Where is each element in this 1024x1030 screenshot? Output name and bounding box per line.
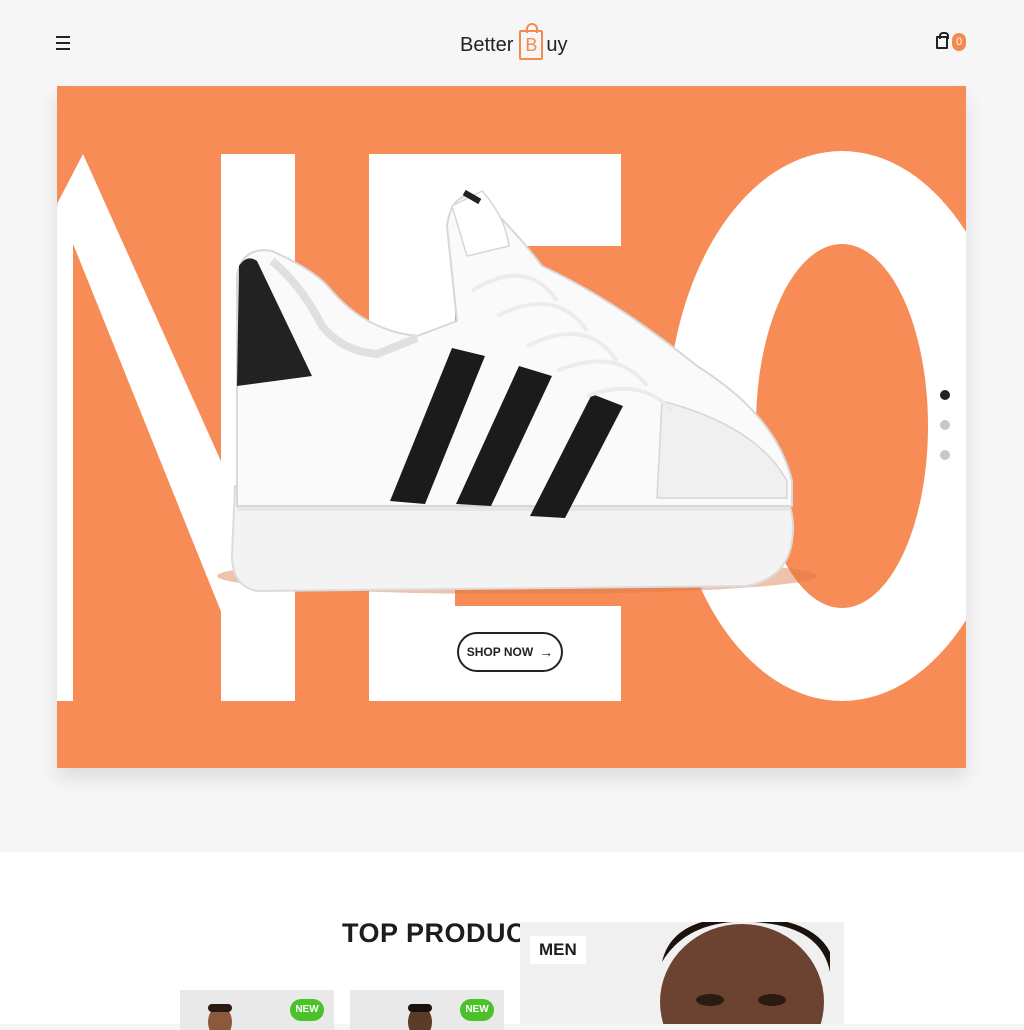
men-category-banner[interactable]: MEN: [520, 922, 844, 1024]
slider-dot-1[interactable]: [940, 390, 950, 400]
slider-pagination: [940, 390, 950, 480]
shop-now-button[interactable]: SHOP NOW →: [457, 632, 563, 672]
hamburger-menu-icon[interactable]: [56, 36, 70, 52]
product-card[interactable]: NEW: [350, 990, 504, 1030]
logo-bag-icon: B: [519, 23, 544, 60]
arrow-right-icon: →: [539, 644, 554, 660]
site-logo[interactable]: Better B uy: [460, 20, 567, 70]
logo-text-after: uy: [546, 33, 568, 56]
logo-letter: B: [525, 34, 538, 55]
top-products-section: TOP PRODUCTS NEW NEW MEN: [0, 852, 1024, 1030]
hero-banner: SHOP NOW →: [57, 86, 966, 768]
product-card[interactable]: NEW: [180, 990, 334, 1030]
shopping-bag-icon: [936, 32, 949, 49]
category-label: MEN: [530, 936, 586, 964]
cart-count-badge: 0: [952, 33, 966, 51]
model-photo: [652, 922, 834, 1024]
slider-dot-2[interactable]: [940, 420, 950, 430]
logo-text-before: Better: [460, 33, 514, 56]
new-badge: NEW: [460, 999, 494, 1021]
product-photo: [202, 1000, 238, 1030]
product-photo: [402, 1000, 438, 1030]
cart-button[interactable]: 0: [934, 32, 970, 54]
slider-dot-3[interactable]: [940, 450, 950, 460]
shop-now-label: SHOP NOW: [466, 645, 534, 659]
site-header: Better B uy 0: [0, 0, 1024, 86]
new-badge: NEW: [290, 999, 324, 1021]
